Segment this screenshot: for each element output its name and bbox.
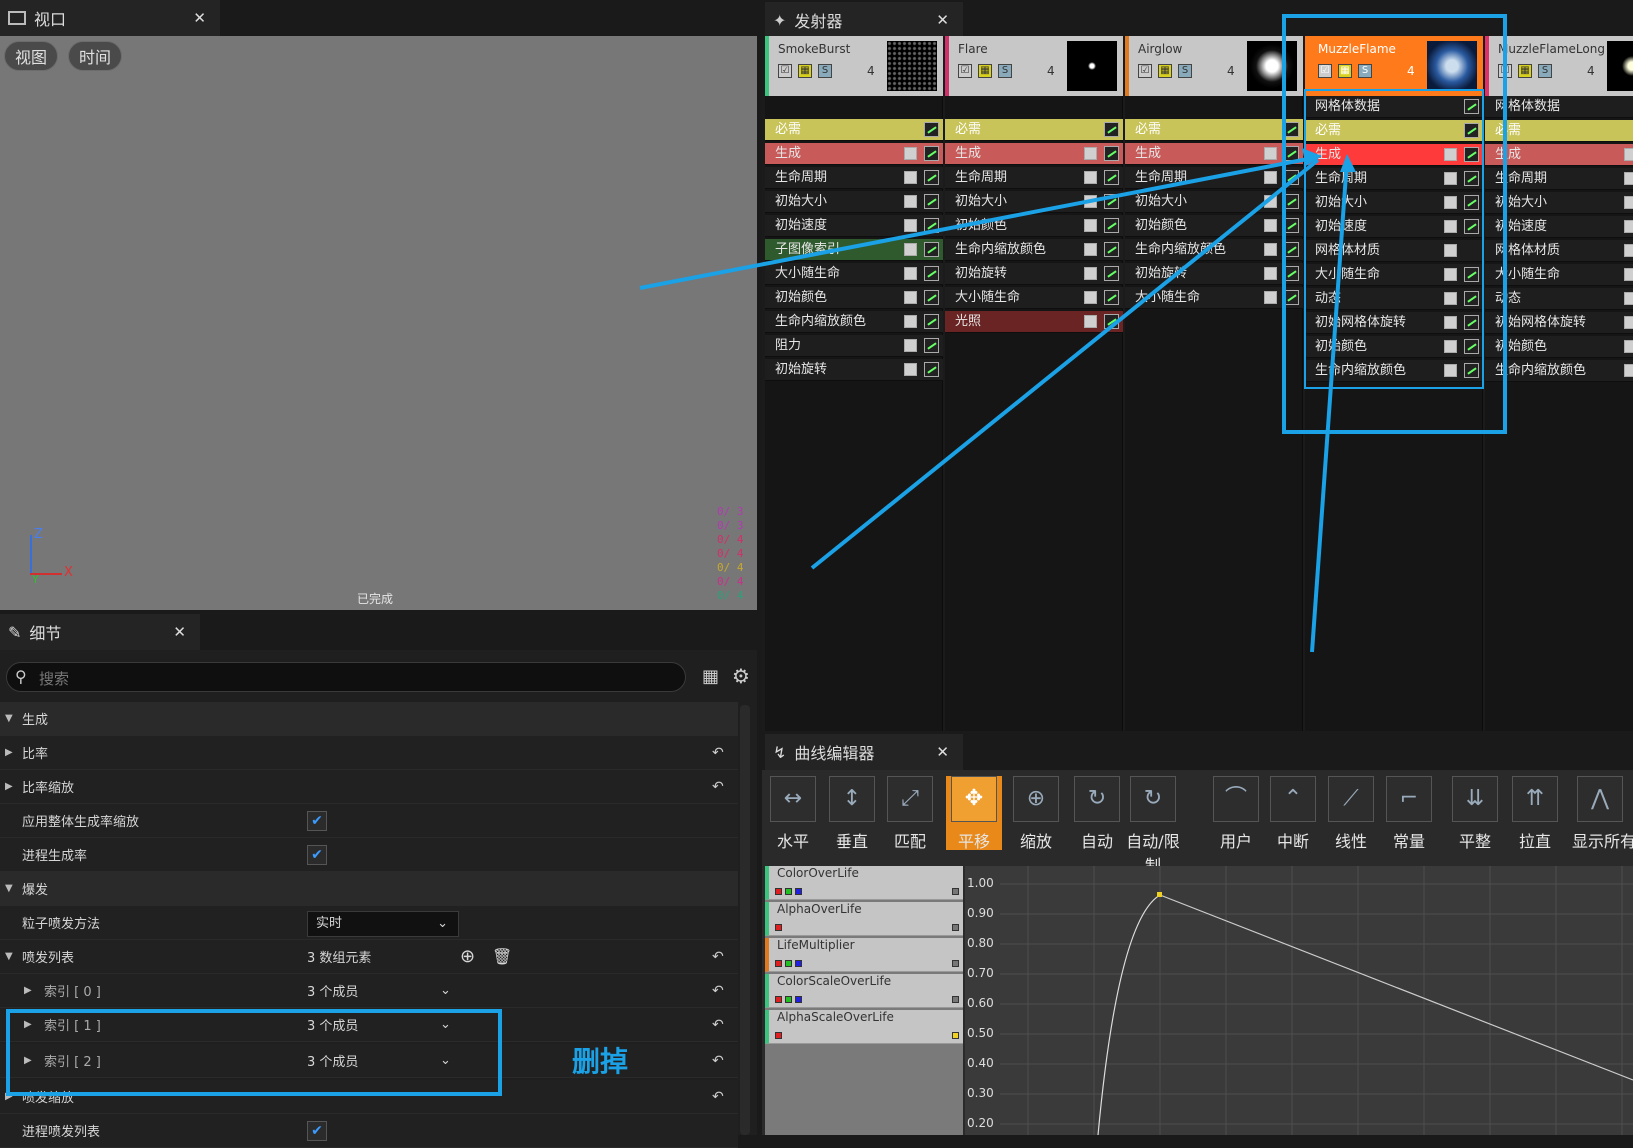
annotation-rect-emitter (1282, 14, 1507, 434)
overlay-svg (6, 14, 1633, 1135)
arrow-line-2 (810, 158, 1320, 570)
annotation-rect-details (6, 1009, 502, 1096)
curve-rise (1097, 894, 1161, 1135)
arrow-line-1 (639, 155, 1319, 290)
arrow-head-3 (1340, 154, 1356, 172)
arrow-line-3 (1310, 159, 1349, 653)
curve-decay (1159, 894, 1633, 1081)
annotation-rect-emitter-inner (1304, 89, 1484, 389)
curve-key[interactable] (1157, 892, 1162, 897)
